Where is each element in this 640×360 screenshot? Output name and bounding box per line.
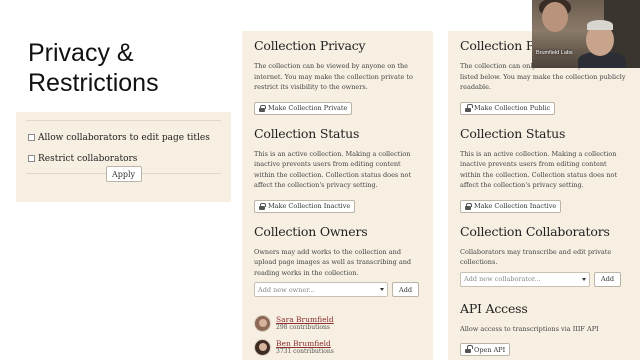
make-private-button[interactable]: Make Collection Private <box>254 101 353 115</box>
make-inactive-button[interactable]: Make Collection Inactive <box>460 199 562 213</box>
collaborator-select-placeholder: Add new collaborator... <box>464 275 541 283</box>
collaborators-section: Collection Collaborators Collaborators m… <box>460 224 628 287</box>
participant-hair <box>587 20 613 30</box>
owner-name-link[interactable]: Sara Brumfield <box>276 315 334 324</box>
api-description: Allow access to transcriptions via IIIF … <box>460 324 599 333</box>
allow-edit-titles-label: Allow collaborators to edit page titles <box>38 132 210 143</box>
restrict-collaborators-label: Restrict collaborators <box>38 153 138 164</box>
owner-select[interactable]: Add new owner... <box>254 282 388 297</box>
participant-face <box>542 2 568 32</box>
lock-icon <box>465 202 472 210</box>
lock-icon <box>259 202 266 210</box>
chevron-down-icon <box>380 288 384 291</box>
make-public-label: Make Collection Public <box>474 104 551 112</box>
chevron-down-icon <box>582 277 586 281</box>
collaborator-select[interactable]: Add new collaborator... <box>460 271 590 287</box>
status-heading: Collection Status <box>254 125 360 141</box>
add-collaborator-form: Add new collaborator... Add <box>460 271 628 287</box>
owners-section: Collection Owners Owners may add works t… <box>254 224 421 358</box>
video-participant-label: Brumfield Labs <box>536 50 573 56</box>
owner-contributions: 298 contributions <box>276 323 330 331</box>
allow-edit-titles-option[interactable]: Allow collaborators to edit page titles <box>28 127 221 148</box>
collaborator-settings-box: Allow collaborators to edit page titles … <box>16 112 231 202</box>
slide-title: Privacy & Restrictions <box>28 39 159 97</box>
privacy-heading: Collection Privacy <box>254 38 366 53</box>
owner-item: Sara Brumfield 298 contributions <box>254 313 421 333</box>
restrict-collaborators-checkbox[interactable] <box>28 155 35 162</box>
private-collection-panel: Collection Privacy The collection can on… <box>448 31 640 360</box>
owner-name-link[interactable]: Ben Brumfield <box>276 339 334 348</box>
api-section: API Access Allow access to transcription… <box>460 301 628 358</box>
status-description: This is an active collection. Making a c… <box>254 149 412 190</box>
unlock-icon <box>465 103 473 112</box>
avatar <box>254 314 271 332</box>
make-private-label: Make Collection Private <box>268 104 348 112</box>
collaborators-heading: Collection Collaborators <box>460 223 610 239</box>
make-inactive-label: Make Collection Inactive <box>268 202 351 210</box>
make-public-button[interactable]: Make Collection Public <box>460 101 556 115</box>
add-owner-form: Add new owner... Add <box>254 282 421 297</box>
lock-icon <box>259 104 266 112</box>
owner-item: Ben Brumfield 3731 contributions <box>254 337 421 357</box>
status-description: This is an active collection. Making a c… <box>460 149 618 190</box>
make-inactive-button[interactable]: Make Collection Inactive <box>254 199 356 213</box>
owner-contributions: 3731 contributions <box>276 347 334 355</box>
avatar <box>254 338 271 356</box>
owner-select-placeholder: Add new owner... <box>258 285 315 294</box>
allow-edit-titles-checkbox[interactable] <box>28 134 35 141</box>
collaborators-description: Collaborators may transcribe and edit pr… <box>460 247 612 267</box>
status-section: Collection Status This is an active coll… <box>254 126 421 214</box>
open-api-button[interactable]: Open API <box>460 343 511 356</box>
api-heading: API Access <box>460 300 528 316</box>
open-api-label: Open API <box>474 345 506 354</box>
apply-button[interactable]: Apply <box>105 166 142 182</box>
divider <box>26 120 221 121</box>
privacy-description: The collection can be viewed by anyone o… <box>254 62 413 91</box>
owners-heading: Collection Owners <box>254 223 368 239</box>
unlock-icon <box>465 345 473 353</box>
video-call-thumbnail[interactable]: Brumfield Labs <box>532 0 640 68</box>
add-collaborator-button[interactable]: Add <box>594 271 622 287</box>
make-inactive-label: Make Collection Inactive <box>474 202 557 210</box>
status-section: Collection Status This is an active coll… <box>460 126 628 214</box>
owners-description: Owners may add works to the collection a… <box>254 247 412 277</box>
add-owner-button[interactable]: Add <box>392 282 420 297</box>
public-collection-panel: Collection Privacy The collection can be… <box>242 31 433 360</box>
privacy-section: Collection Privacy The collection can be… <box>254 38 421 116</box>
status-heading: Collection Status <box>460 125 566 141</box>
